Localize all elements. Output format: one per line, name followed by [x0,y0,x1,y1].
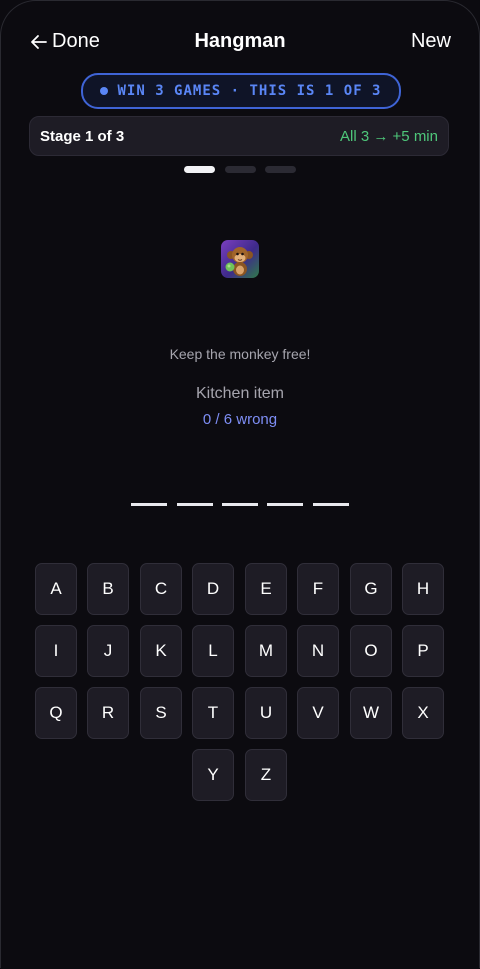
key-m[interactable]: M [245,625,287,677]
key-q[interactable]: Q [35,687,77,739]
stage-label: Stage 1 of 3 [40,127,125,145]
stage-bar: Stage 1 of 3 All 3 → +5 min [29,116,449,156]
key-y[interactable]: Y [192,749,234,801]
key-j[interactable]: J [87,625,129,677]
letter-blank [177,503,213,506]
key-s[interactable]: S [140,687,182,739]
key-n[interactable]: N [297,625,339,677]
key-i[interactable]: I [35,625,77,677]
progress-dot-3 [265,166,296,173]
monkey-icon [221,240,259,278]
letter-blank [222,503,258,506]
key-k[interactable]: K [140,625,182,677]
key-w[interactable]: W [350,687,392,739]
key-h[interactable]: H [402,563,444,615]
stage-reward: All 3 → +5 min [340,127,438,145]
wrong-counter: 0 / 6 wrong [202,411,278,428]
key-o[interactable]: O [350,625,392,677]
key-c[interactable]: C [140,563,182,615]
progress-dot-1 [184,166,215,173]
key-a[interactable]: A [35,563,77,615]
page-title: Hangman [194,30,286,52]
key-p[interactable]: P [402,625,444,677]
status-dot-icon [100,87,109,95]
letter-blank [313,503,349,506]
key-g[interactable]: G [350,563,392,615]
challenge-text: WIN 3 GAMES · THIS IS 1 OF 3 [117,83,382,99]
new-game-button[interactable]: New [411,30,451,53]
key-t[interactable]: T [192,687,234,739]
key-z[interactable]: Z [245,749,287,801]
letter-blank [267,503,303,506]
key-e[interactable]: E [245,563,287,615]
key-f[interactable]: F [297,563,339,615]
key-x[interactable]: X [402,687,444,739]
word-category: Kitchen item [195,385,285,402]
key-u[interactable]: U [245,687,287,739]
key-r[interactable]: R [87,687,129,739]
key-d[interactable]: D [192,563,234,615]
challenge-banner: WIN 3 GAMES · THIS IS 1 OF 3 [81,73,401,109]
top-bar: Done Hangman New [0,24,480,60]
key-b[interactable]: B [87,563,129,615]
letter-blank [131,503,167,506]
key-v[interactable]: V [297,687,339,739]
key-l[interactable]: L [192,625,234,677]
game-tagline: Keep the monkey free! [169,346,311,362]
progress-dot-2 [225,166,256,173]
stage-progress [0,166,480,174]
